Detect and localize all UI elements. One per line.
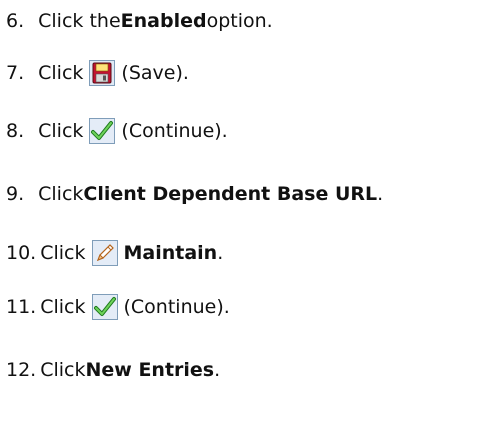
step-bold-text: New Entries	[85, 359, 215, 381]
continue-checkmark-icon	[91, 294, 118, 320]
step-text-suffix: (Continue).	[121, 120, 228, 142]
step-9: 9. Click Client Dependent Base URL .	[6, 182, 383, 206]
step-12: 12. Click New Entries .	[6, 358, 220, 382]
save-icon	[89, 60, 116, 86]
continue-checkmark-icon	[89, 118, 116, 144]
step-text-suffix: option.	[206, 10, 273, 32]
step-number: 10.	[6, 242, 37, 264]
step-number: 9.	[6, 183, 25, 205]
maintain-pencil-icon	[91, 240, 118, 266]
step-number: 8.	[6, 120, 25, 142]
step-text: Click	[40, 242, 86, 264]
step-text-suffix: (Save).	[121, 62, 189, 84]
step-bold-text: Maintain	[123, 242, 218, 264]
step-6: 6. Click the Enabled option.	[6, 9, 273, 33]
step-text: Click	[38, 62, 84, 84]
step-text: Click the	[38, 10, 121, 32]
step-text: Click	[40, 296, 86, 318]
step-number: 6.	[6, 10, 25, 32]
step-text: Click	[38, 120, 84, 142]
step-text-suffix: .	[217, 242, 224, 264]
step-text-suffix: (Continue).	[123, 296, 230, 318]
step-text: Click	[40, 359, 86, 381]
step-text: Click	[38, 183, 84, 205]
step-8: 8. Click (Continue).	[6, 118, 228, 144]
step-bold-text: Client Dependent Base URL	[83, 183, 378, 205]
step-number: 11.	[6, 296, 37, 318]
step-7: 7. Click (Save).	[6, 60, 189, 86]
step-text-suffix: .	[214, 359, 221, 381]
step-text-suffix: .	[377, 183, 384, 205]
step-number: 7.	[6, 62, 25, 84]
step-10: 10. Click Maintain .	[6, 240, 223, 266]
step-11: 11. Click (Continue).	[6, 294, 230, 320]
step-bold-text: Enabled	[120, 10, 207, 32]
step-number: 12.	[6, 359, 37, 381]
